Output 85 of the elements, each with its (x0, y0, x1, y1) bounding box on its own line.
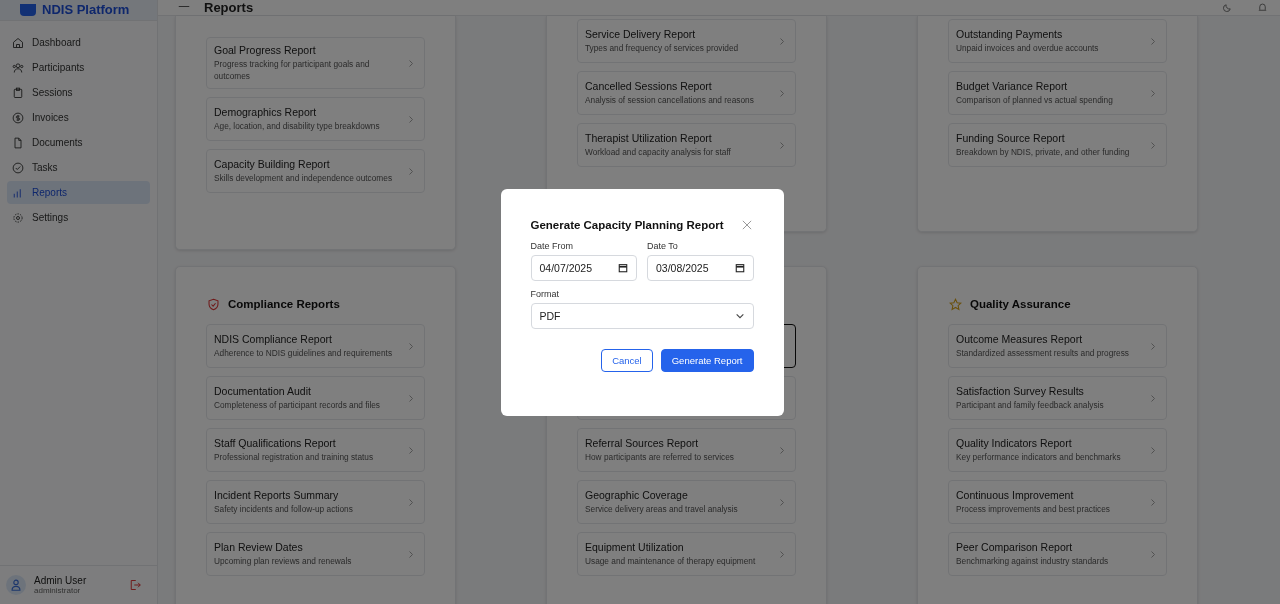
chevron-right-icon (408, 549, 414, 559)
section-title: Compliance Reports (228, 298, 340, 310)
report-item[interactable]: Plan Review Dates Upcoming plan reviews and renewals (206, 532, 425, 576)
field-label: Date From (530, 240, 574, 251)
bell-icon[interactable] (1257, 2, 1268, 13)
app-logo-text: NDIS Platform (42, 3, 130, 17)
report-item[interactable]: Referral Sources Report How participants are referred to services (577, 428, 796, 472)
chevron-right-icon (408, 393, 414, 403)
chevron-right-icon (779, 140, 785, 150)
chart-icon (12, 186, 24, 199)
report-item[interactable]: Outcome Measures Report Standardized assessment results and progress (948, 324, 1167, 368)
date-field[interactable]: 03/08/2025 (647, 254, 754, 281)
chevron-right-icon (779, 88, 785, 98)
chevron-right-icon (779, 36, 785, 46)
calendar-icon[interactable] (734, 262, 745, 273)
shield-icon (207, 297, 220, 311)
section-title: Quality Assurance (970, 298, 1071, 310)
sidebar-item[interactable]: Settings (7, 206, 150, 229)
dollar-icon (12, 111, 24, 124)
report-item[interactable]: Funding Source Report Breakdown by NDIS, private, and other funding (948, 123, 1167, 167)
logo-icon (20, 4, 36, 16)
star-icon (949, 297, 962, 311)
report-item[interactable]: NDIS Compliance Report Adherence to NDIS guidelines and requirements (206, 324, 425, 368)
chevron-right-icon (408, 114, 414, 124)
report-item[interactable]: Staff Qualifications Report Professional registration and training status (206, 428, 425, 472)
chevron-right-icon (408, 497, 414, 507)
chevron-right-icon (779, 497, 785, 507)
sidebar-item[interactable]: Participants (7, 56, 150, 79)
file-icon (12, 136, 24, 149)
report-item[interactable]: Peer Comparison Report Benchmarking against industry standards (948, 532, 1167, 576)
user-name: Admin User (34, 575, 88, 586)
report-item[interactable]: Satisfaction Survey Results Participant and family feedback analysis (948, 376, 1167, 420)
report-item[interactable]: Documentation Audit Completeness of participant records and files (206, 376, 425, 420)
report-item[interactable]: Outstanding Payments Unpaid invoices and overdue accounts (948, 19, 1167, 63)
report-item[interactable]: Budget Variance Report Comparison of planned vs actual spending (948, 71, 1167, 115)
chevron-right-icon (779, 549, 785, 559)
close-icon[interactable] (741, 219, 752, 230)
chevron-right-icon (408, 445, 414, 455)
sidebar-item[interactable]: Reports (7, 181, 150, 204)
sidebar-item[interactable]: Documents (7, 131, 150, 154)
sidebar-item[interactable]: Tasks (7, 156, 150, 179)
avatar-icon (6, 575, 26, 595)
chevron-right-icon (1150, 36, 1156, 46)
calendar-icon[interactable] (618, 262, 628, 273)
chevron-right-icon (408, 166, 414, 176)
users-icon (12, 61, 24, 74)
chevron-right-icon (408, 58, 414, 68)
report-item[interactable]: Geographic Coverage Service delivery areas and travel analysis (577, 480, 796, 524)
check-icon (12, 161, 24, 174)
report-item[interactable]: Goal Progress Report Progress tracking for participant goals and outcomes (206, 37, 425, 89)
report-item[interactable]: Capacity Building Report Skills development and independence outcomes (206, 149, 425, 193)
clipboard-icon (12, 86, 24, 99)
sidebar-item[interactable]: Invoices (7, 106, 150, 129)
generate-button[interactable]: Generate Report (660, 348, 754, 372)
chevron-right-icon (408, 341, 414, 351)
page-title: Reports (204, 0, 254, 15)
home-icon (12, 36, 24, 49)
chevron-right-icon (1150, 497, 1156, 507)
report-item[interactable]: Therapist Utilization Report Workload and capacity analysis for staff (577, 123, 796, 167)
chevron-right-icon (779, 445, 785, 455)
date-field[interactable]: 04/07/2025 (530, 254, 637, 281)
sidebar-item[interactable]: Dashboard (7, 31, 150, 54)
report-item[interactable]: Continuous Improvement Process improvements and best practices (948, 480, 1167, 524)
report-item[interactable]: Incident Reports Summary Safety incidents and follow-up actions (206, 480, 425, 524)
chevron-right-icon (1150, 341, 1156, 351)
report-item[interactable]: Service Delivery Report Types and frequency of services provided (577, 19, 796, 63)
modal-title: Generate Capacity Planning Report (530, 218, 724, 231)
chevron-right-icon (1150, 88, 1156, 98)
chevron-right-icon (1150, 549, 1156, 559)
sidebar-item[interactable]: Sessions (7, 81, 150, 104)
report-item[interactable]: Demographics Report Age, location, and disability type breakdowns (206, 97, 425, 141)
format-select[interactable]: PDF (530, 302, 754, 329)
field-label: Date To (647, 240, 679, 251)
report-item[interactable]: Quality Indicators Report Key performance indicators and benchmarks (948, 428, 1167, 472)
chevron-right-icon (1150, 445, 1156, 455)
user-role: administrator (34, 586, 82, 595)
cancel-button[interactable]: Cancel (601, 348, 653, 372)
report-item[interactable]: Cancelled Sessions Report Analysis of session cancellations and reasons (577, 71, 796, 115)
chevron-right-icon (1150, 140, 1156, 150)
chevron-right-icon (1150, 393, 1156, 403)
moon-icon[interactable] (1222, 2, 1233, 13)
logout-icon[interactable] (129, 579, 141, 591)
report-item[interactable]: Equipment Utilization Usage and maintenance of therapy equipment (577, 532, 796, 576)
field-label: Format (530, 288, 560, 299)
gear-icon (12, 211, 24, 224)
